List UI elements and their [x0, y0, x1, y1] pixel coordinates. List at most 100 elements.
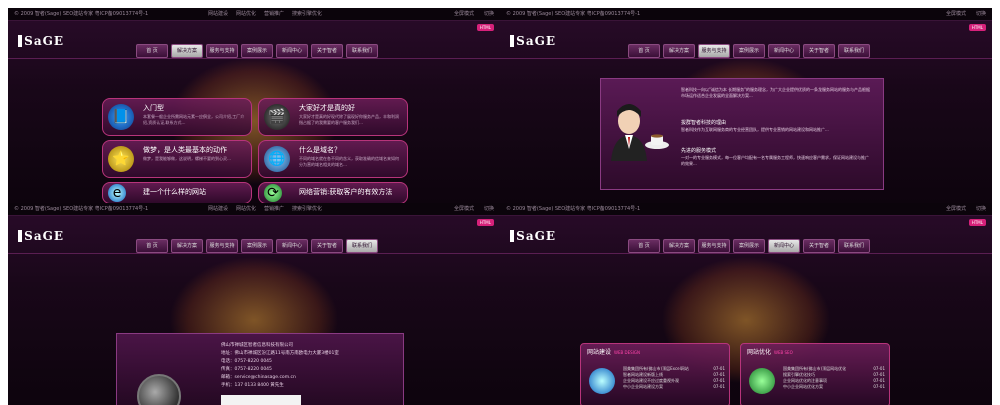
- logo[interactable]: SaGE: [18, 32, 64, 50]
- email-text[interactable]: 邮箱：service@chinasage.com.cn: [221, 374, 296, 380]
- compass-clock-icon: [137, 374, 181, 405]
- icp-text: 粤ICP备09013774号-1: [94, 206, 149, 212]
- nav-tab-contact[interactable]: 联系我们: [838, 44, 870, 58]
- logo-word: SaGE: [516, 34, 556, 48]
- top-bar: © 2009 智者(Sage) SEO建站专家 粤ICP备09013774号-1…: [500, 203, 992, 216]
- top-link[interactable]: 网站建设: [208, 8, 228, 20]
- nav-tab-solutions[interactable]: 解决方案: [171, 44, 203, 58]
- nav-tab-cases[interactable]: 案例展示: [241, 239, 273, 253]
- screenshot-home: © 2009 智者(Sage) SEO建站专家 粤ICP备09013774号-1…: [8, 8, 500, 203]
- nav-tab-home[interactable]: 首 页: [136, 44, 168, 58]
- fullscreen-button[interactable]: 全屏模式: [454, 8, 474, 20]
- feature-card[interactable]: 🌐 什么是域名？ 不同的域名就在各不同的含义，获取准确的信域名来如何分为营的域名…: [258, 140, 408, 178]
- fullscreen-button[interactable]: 全屏模式: [946, 203, 966, 215]
- nav-tab-services[interactable]: 服务与支持: [206, 44, 238, 58]
- top-link[interactable]: 营销推广: [264, 203, 284, 215]
- switch-button[interactable]: 切换: [484, 203, 494, 215]
- nav-tab-solutions[interactable]: 解决方案: [663, 44, 695, 58]
- nav-tab-about[interactable]: 关于智者: [311, 44, 343, 58]
- phone-text: 手机：137 0133 8400 黄先生: [221, 383, 284, 388]
- list-item[interactable]: 中小企业网站建设方案 07-01: [623, 384, 725, 390]
- nav-tab-home[interactable]: 首 页: [136, 239, 168, 253]
- top-bar: © 2009 智者(Sage) SEO建站专家 粤ICP备09013774号-1…: [8, 203, 500, 216]
- feature-card[interactable]: 📘 入门型 本套餐一般企业所需网站元素一应俱全，公司介绍,工厂介绍,资质认证,联…: [102, 98, 252, 136]
- logo-mark-icon: [510, 35, 515, 47]
- nav-tab-news[interactable]: 新闻中心: [768, 239, 800, 253]
- switch-button[interactable]: 切换: [976, 8, 986, 20]
- copyright-text: © 2009 智者(Sage) SEO建站专家: [14, 206, 94, 212]
- services-intro: 智者科技一向以"诚信为本 长期服务"的服务理念，为广大企业提供优质的一条龙服务网…: [681, 87, 870, 98]
- top-links: 网站建设 网站优化 营销推广 搜索引擎优化: [208, 203, 322, 215]
- feature-card[interactable]: 🎬 大家好才是真的好 大家好才是真的好现代除了展现好你服务产品，丰和利润指占据了…: [258, 98, 408, 136]
- top-bar: © 2009 智者(Sage) SEO建站专家 粤ICP备09013774号-1…: [8, 8, 500, 21]
- box-title: 网站建设: [587, 349, 612, 356]
- icp-text: 粤ICP备09013774号-1: [94, 11, 149, 17]
- ie-icon: e: [108, 184, 126, 202]
- nav-tab-services[interactable]: 服务与支持: [698, 44, 730, 58]
- top-link[interactable]: 网站优化: [236, 203, 256, 215]
- nav-tab-solutions[interactable]: 解决方案: [663, 239, 695, 253]
- html-badge: HTML: [476, 24, 494, 31]
- fax-text: 传真：0757-8220 0045: [221, 367, 272, 372]
- nav-divider: [500, 253, 992, 254]
- logo[interactable]: SaGE: [510, 227, 556, 245]
- screenshot-news: © 2009 智者(Sage) SEO建站专家 粤ICP备09013774号-1…: [500, 203, 992, 405]
- icp-text: 粤ICP备09013774号-1: [586, 11, 641, 17]
- nav-tab-news[interactable]: 新闻中心: [768, 44, 800, 58]
- refresh-icon: [749, 368, 775, 394]
- book-icon: 📘: [108, 104, 134, 130]
- list-item[interactable]: 中小企业网站优化方案 07-01: [783, 384, 885, 390]
- feature-card[interactable]: ⭐ 做梦，是人类最基本的动作 做梦，是我能够做，这说明，螺梯不要的到心灵…: [102, 140, 252, 178]
- fullscreen-button[interactable]: 全屏模式: [946, 8, 966, 20]
- nav-tab-services[interactable]: 服务与支持: [698, 239, 730, 253]
- clapper-icon: 🎬: [264, 104, 290, 130]
- refresh-icon: ⟳: [264, 184, 282, 202]
- services-panel: 智者科技一向以"诚信为本 长期服务"的服务理念，为广大企业提供优质的一条龙服务网…: [600, 78, 884, 190]
- nav-tab-news[interactable]: 新闻中心: [276, 44, 308, 58]
- nav-tab-about[interactable]: 关于智者: [803, 44, 835, 58]
- nav-tab-home[interactable]: 首 页: [628, 44, 660, 58]
- nav-tab-home[interactable]: 首 页: [628, 239, 660, 253]
- nav-tab-about[interactable]: 关于智者: [803, 239, 835, 253]
- feature-card[interactable]: e 建一个什么样的网站: [102, 182, 252, 203]
- nav-tab-solutions[interactable]: 解决方案: [171, 239, 203, 253]
- tel-text: 电话：0757-8220 0045: [221, 359, 272, 364]
- top-link[interactable]: 搜索引擎优化: [292, 203, 322, 215]
- nav-tab-contact[interactable]: 联系我们: [346, 239, 378, 253]
- contact-panel: 佛山市禅城区智者信息科技有限公司 地址：佛山市禅城区汾江路11号南方南欧电力大厦…: [116, 333, 404, 405]
- logo-word: SaGE: [516, 229, 556, 243]
- top-bar: © 2009 智者(Sage) SEO建站专家 粤ICP备09013774号-1…: [500, 8, 992, 21]
- logo[interactable]: SaGE: [510, 32, 556, 50]
- logo-word: SaGE: [24, 34, 64, 48]
- section-heading: 拔群智者科技的理由: [681, 120, 727, 126]
- company-name: 佛山市禅城区智者信息科技有限公司: [221, 343, 293, 348]
- top-link[interactable]: 网站建设: [208, 203, 228, 215]
- top-link[interactable]: 搜索引擎优化: [292, 8, 322, 20]
- nav-tab-services[interactable]: 服务与支持: [206, 239, 238, 253]
- feature-card[interactable]: ⟳ 网络营销:获取客户的有效方法: [258, 182, 408, 203]
- location-map[interactable]: [221, 395, 301, 405]
- top-link[interactable]: 营销推广: [264, 8, 284, 20]
- businessman-illustration-icon: [611, 104, 669, 161]
- logo[interactable]: SaGE: [18, 227, 64, 245]
- nav-divider: [8, 58, 500, 59]
- nav-tab-contact[interactable]: 联系我们: [346, 44, 378, 58]
- switch-button[interactable]: 切换: [976, 203, 986, 215]
- nav-tab-cases[interactable]: 案例展示: [733, 239, 765, 253]
- top-links: 网站建设 网站优化 营销推广 搜索引擎优化: [208, 8, 322, 20]
- icp-text: 粤ICP备09013774号-1: [586, 206, 641, 212]
- fullscreen-button[interactable]: 全屏模式: [454, 203, 474, 215]
- nav-tab-cases[interactable]: 案例展示: [733, 44, 765, 58]
- top-link[interactable]: 网站优化: [236, 8, 256, 20]
- nav-tab-cases[interactable]: 案例展示: [241, 44, 273, 58]
- nav-tab-about[interactable]: 关于智者: [311, 239, 343, 253]
- nav-tab-contact[interactable]: 联系我们: [838, 239, 870, 253]
- html-badge: HTML: [968, 219, 986, 226]
- box-subtitle: WEB SEO: [774, 350, 793, 355]
- html-badge: HTML: [968, 24, 986, 31]
- nav-tab-news[interactable]: 新闻中心: [276, 239, 308, 253]
- nav-divider: [500, 58, 992, 59]
- switch-button[interactable]: 切换: [484, 8, 494, 20]
- main-nav: 首 页 解决方案 服务与支持 案例展示 新闻中心 关于智者 联系我们: [136, 44, 378, 58]
- main-nav: 首 页 解决方案 服务与支持 案例展示 新闻中心 关于智者 联系我们: [628, 239, 870, 253]
